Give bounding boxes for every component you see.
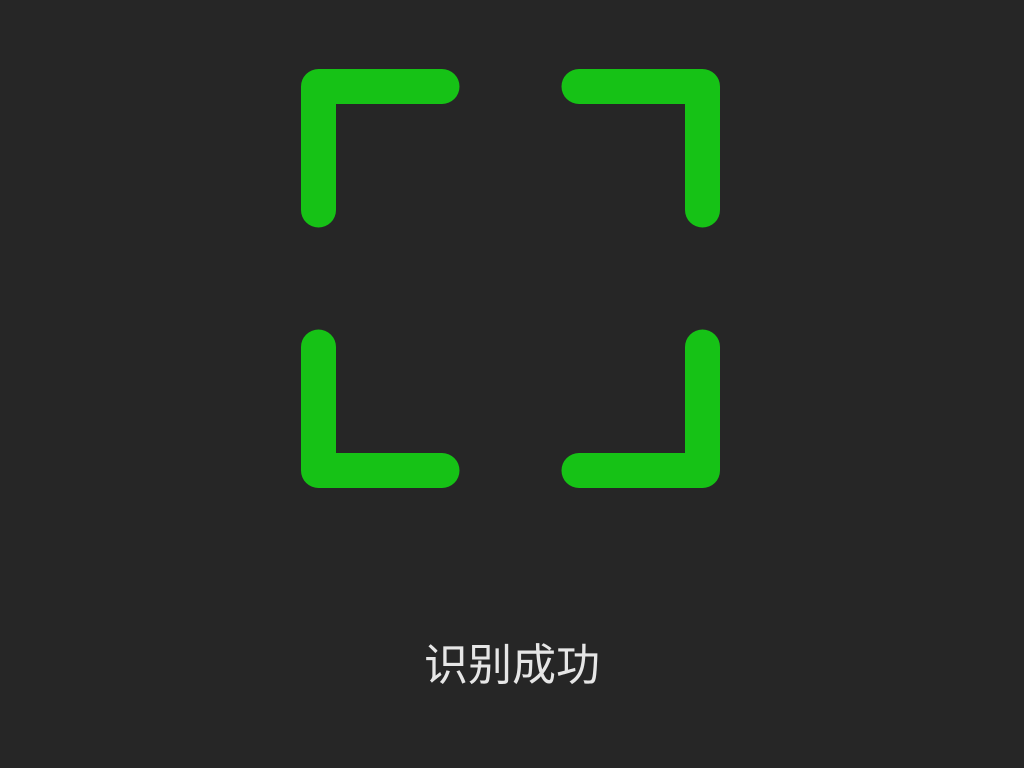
top-left-corner — [301, 69, 460, 228]
bottom-left-corner — [301, 329, 460, 488]
scan-frame-icon — [301, 69, 720, 488]
top-right-corner — [561, 69, 720, 228]
bottom-right-corner — [561, 329, 720, 488]
status-text: 识别成功 — [424, 640, 600, 691]
